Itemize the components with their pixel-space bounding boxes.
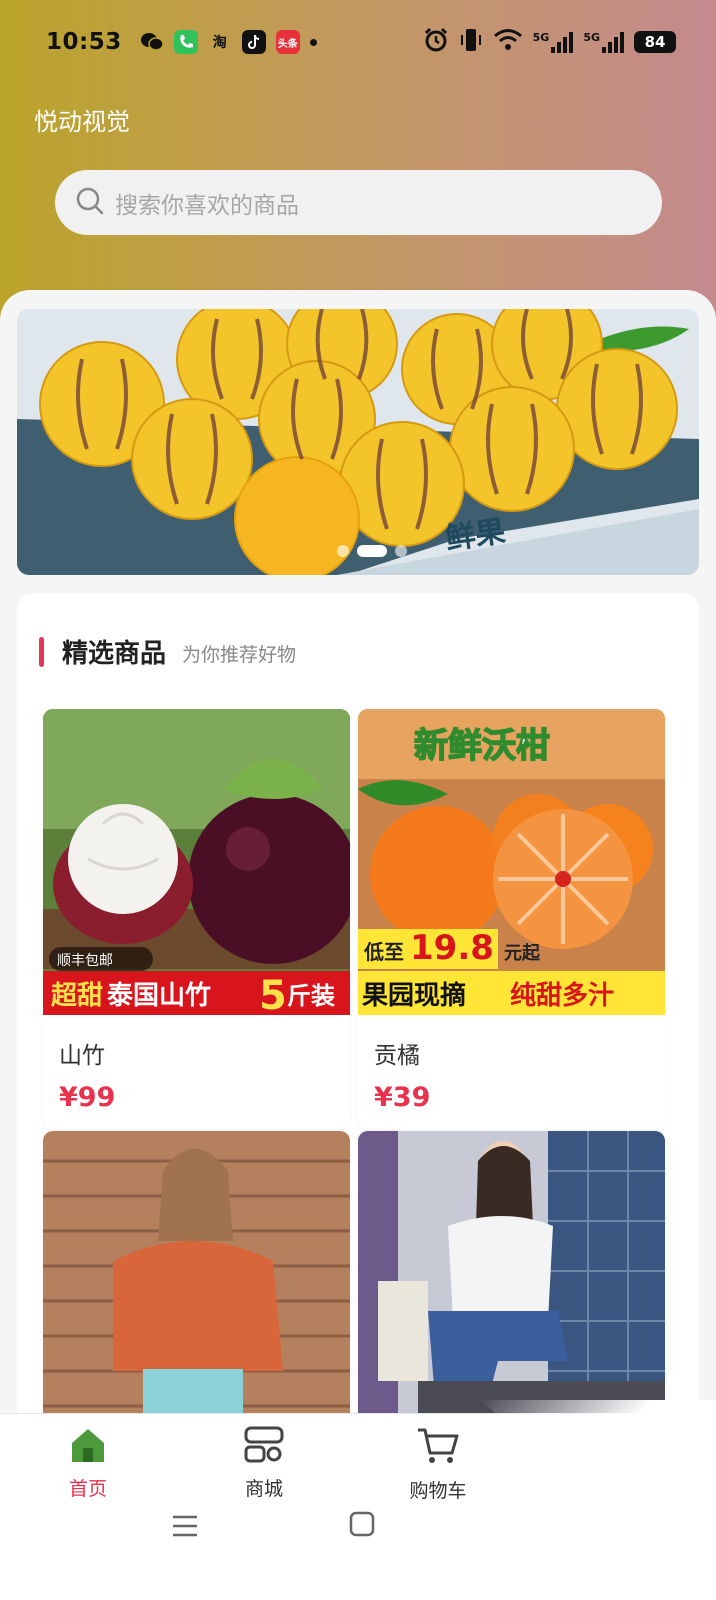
product-name: 山竹 <box>59 1043 105 1069</box>
section-subtitle: 为你推荐好物 <box>182 644 297 666</box>
promo-text: 19.8 <box>410 928 494 968</box>
product-card[interactable]: 顺丰包邮 超甜 泰国山竹 5 斤装 山竹 ¥99 <box>43 709 350 1129</box>
alarm-icon <box>423 27 449 57</box>
signal-bars-icon <box>602 31 624 53</box>
ribbon-text: 纯甜多汁 <box>510 980 614 1011</box>
product-image: 顺丰包邮 超甜 泰国山竹 5 斤装 <box>43 709 350 1015</box>
product-price: ¥99 <box>59 1082 116 1113</box>
product-name: 贡橘 <box>374 1043 420 1069</box>
tab-label: 首页 <box>68 1478 107 1500</box>
home-icon <box>69 1426 107 1468</box>
cart-icon <box>416 1426 460 1470</box>
ribbon-text: 泰国山竹 <box>107 981 211 1011</box>
banner-carousel[interactable]: 鲜果 <box>17 309 699 575</box>
battery-indicator: 84 <box>634 31 676 53</box>
promo-text: 低至 <box>363 940 404 964</box>
tab-label: 商城 <box>244 1478 283 1500</box>
menu-nav-icon[interactable] <box>171 1514 199 1542</box>
carousel-dot[interactable] <box>395 545 407 557</box>
product-image: 新鲜沃柑 低至 19.8 元起 果园现摘 纯甜多汁 <box>358 709 665 1015</box>
status-time: 10:53 <box>46 29 122 55</box>
ribbon-text: 斤装 <box>287 982 335 1010</box>
search-placeholder: 搜索你喜欢的商品 <box>115 192 299 219</box>
carousel-dot[interactable] <box>337 545 349 557</box>
section-accent-bar <box>39 636 44 667</box>
product-image <box>43 1131 350 1431</box>
section-title: 精选商品 <box>62 639 167 669</box>
search-bar[interactable]: 搜索你喜欢的商品 <box>55 170 662 235</box>
section-header: 精选商品 为你推荐好物 <box>39 633 296 670</box>
tab-cart[interactable]: 购物车 <box>378 1426 498 1503</box>
ribbon-text: 超甜 <box>51 981 103 1011</box>
tab-store[interactable]: 商城 <box>204 1426 324 1501</box>
product-price: ¥39 <box>374 1082 431 1113</box>
shipping-badge: 顺丰包邮 <box>57 953 113 969</box>
toutiao-icon: 头条 <box>275 30 300 54</box>
wechat-icon <box>140 30 164 54</box>
network-label: 5G <box>532 31 550 44</box>
promo-text: 元起 <box>504 942 541 964</box>
tab-home[interactable]: 首页 <box>28 1426 148 1501</box>
signal-bars-icon <box>551 31 574 53</box>
phone-icon <box>173 30 198 54</box>
taobao-icon: 淘 <box>212 35 227 51</box>
product-card[interactable] <box>358 1131 665 1431</box>
status-bar: 10:53 淘 头条 5G 5G 84 <box>0 22 716 62</box>
store-icon <box>244 1426 284 1468</box>
ribbon-text: 5 <box>259 973 287 1015</box>
signal-1: 5G <box>533 31 574 53</box>
product-card[interactable]: 新鲜沃柑 低至 19.8 元起 果园现摘 纯甜多汁 贡橘 ¥39 <box>358 709 665 1129</box>
image-top-text: 新鲜沃柑 <box>414 726 550 766</box>
app-title: 悦动视觉 <box>34 108 130 136</box>
wifi-icon <box>493 28 523 56</box>
tiktok-icon <box>241 30 266 54</box>
vibrate-icon <box>459 27 483 57</box>
banner-image: 鲜果 <box>17 309 699 575</box>
carousel-dot-active[interactable] <box>357 545 387 557</box>
more-notifications-dot <box>309 38 317 46</box>
ribbon-text: 果园现摘 <box>362 980 466 1011</box>
home-nav-icon[interactable] <box>349 1511 375 1541</box>
product-image <box>358 1131 665 1431</box>
featured-section: 精选商品 为你推荐好物 顺丰包邮 超甜 泰国山竹 5 斤装 山竹 ¥99 新鲜沃… <box>17 593 699 1453</box>
search-icon <box>75 186 105 220</box>
carousel-indicator <box>337 545 407 557</box>
signal-2: 5G <box>583 31 624 53</box>
product-card[interactable] <box>43 1131 350 1431</box>
tab-label: 购物车 <box>409 1480 467 1502</box>
network-label: 5G <box>583 31 600 44</box>
